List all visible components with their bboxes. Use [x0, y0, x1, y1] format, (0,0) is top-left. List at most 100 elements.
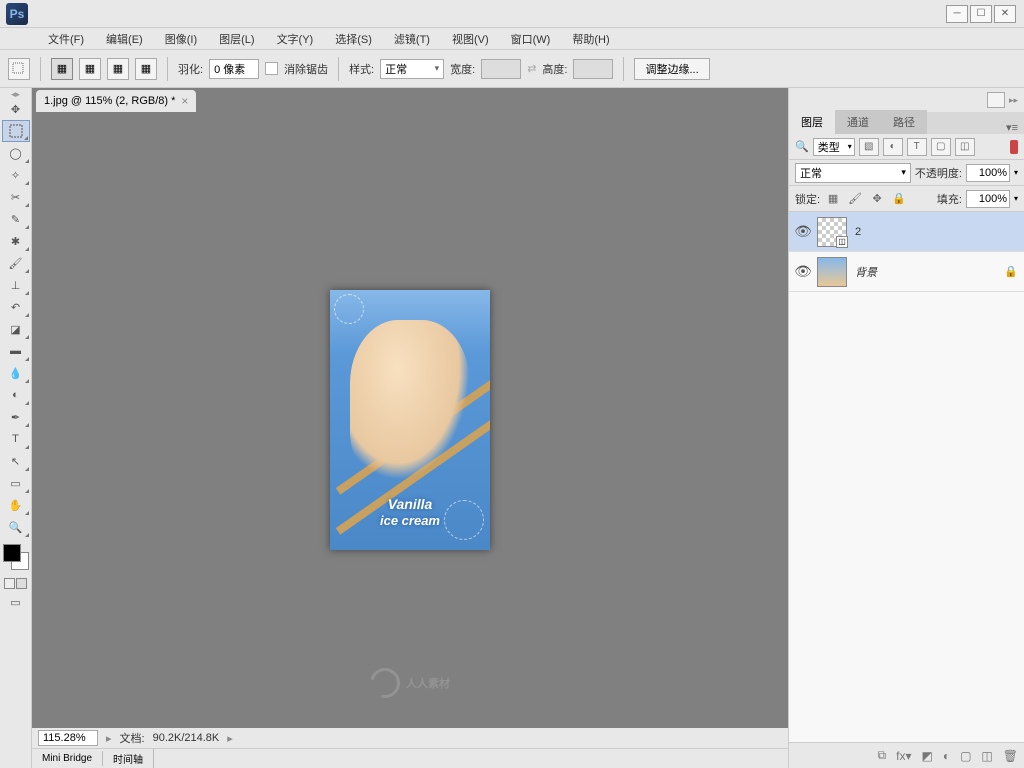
fill-input[interactable] [966, 190, 1010, 208]
canvas-image: Vanilla ice cream [330, 290, 490, 550]
watermark-icon [365, 663, 406, 704]
chevron-down-icon[interactable]: ▾ [1014, 194, 1018, 203]
add-selection-button[interactable]: ▦ [79, 58, 101, 80]
subtract-selection-button[interactable]: ▦ [107, 58, 129, 80]
panel-tab[interactable]: 路径 [881, 110, 927, 134]
filter-shape-icon[interactable]: ▢ [931, 138, 951, 156]
panel-tab[interactable]: 图层 [789, 110, 835, 134]
tools-panel: ◂▸ ✥ ◯ ✧ ✂ ✎ ✱ 🖌 ⊥ ↶ ◪ ▬ 💧 ◐ ✒ T ↖ ▭ ✋ 🔍… [0, 88, 32, 768]
blend-mode-select[interactable]: 正常 [795, 163, 911, 183]
menu-item[interactable]: 文件(F) [38, 28, 94, 50]
menu-item[interactable]: 视图(V) [442, 28, 499, 50]
lock-pixels-icon[interactable]: 🖌 [846, 191, 864, 207]
layer-thumbnail[interactable]: ◫ [817, 217, 847, 247]
tool-preset-button[interactable] [8, 58, 30, 80]
stamp-tool[interactable]: ⊥ [2, 274, 30, 296]
menu-item[interactable]: 文字(Y) [267, 28, 324, 50]
collapse-arrow-icon[interactable]: ▸▸ [1009, 95, 1018, 106]
arrow-icon[interactable]: ▸ [106, 732, 112, 745]
filter-adjustment-icon[interactable]: ◐ [883, 138, 903, 156]
eraser-tool[interactable]: ◪ [2, 318, 30, 340]
layers-lock-bar: 锁定: ▦ 🖌 ✥ 🔒 填充: ▾ [789, 186, 1024, 212]
maximize-button[interactable]: ☐ [970, 5, 992, 23]
history-brush-tool[interactable]: ↶ [2, 296, 30, 318]
delete-layer-icon[interactable]: 🗑 [1003, 749, 1018, 763]
layer-name[interactable]: 2 [855, 226, 1004, 238]
layer-visibility-icon[interactable]: 👁 [789, 223, 817, 240]
new-selection-button[interactable]: ▦ [51, 58, 73, 80]
filter-toggle[interactable] [1010, 140, 1018, 154]
antialias-checkbox[interactable] [265, 62, 278, 75]
menu-item[interactable]: 图层(L) [209, 28, 264, 50]
layer-mask-icon[interactable]: ◩ [921, 749, 932, 763]
menu-item[interactable]: 选择(S) [325, 28, 382, 50]
new-layer-icon[interactable]: ◫ [981, 749, 992, 763]
close-icon[interactable]: × [181, 94, 188, 108]
minimize-button[interactable]: ─ [946, 5, 968, 23]
menu-item[interactable]: 图像(I) [155, 28, 207, 50]
lock-position-icon[interactable]: ✥ [868, 191, 886, 207]
move-tool[interactable]: ✥ [2, 98, 30, 120]
swap-icon[interactable]: ⇄ [527, 62, 536, 75]
menu-item[interactable]: 窗口(W) [501, 28, 561, 50]
blur-tool[interactable]: 💧 [2, 362, 30, 384]
canvas-area[interactable]: Vanilla ice cream 人人素材 [32, 112, 788, 728]
layer-visibility-icon[interactable]: 👁 [789, 263, 817, 280]
shape-tool[interactable]: ▭ [2, 472, 30, 494]
bottom-tab[interactable]: 时间轴 [103, 749, 154, 768]
style-select[interactable]: 正常 [380, 59, 444, 79]
refine-edge-button[interactable]: 调整边缘... [634, 58, 709, 80]
layer-group-icon[interactable]: ▢ [960, 749, 971, 763]
quick-mask-toggle[interactable] [4, 578, 28, 589]
filter-smart-icon[interactable]: ◫ [955, 138, 975, 156]
feather-input[interactable] [209, 59, 259, 79]
lock-all-icon[interactable]: 🔒 [890, 191, 908, 207]
marquee-tool[interactable] [2, 120, 30, 142]
filter-type-icon[interactable]: T [907, 138, 927, 156]
path-selection-tool[interactable]: ↖ [2, 450, 30, 472]
arrow-icon[interactable]: ▸ [227, 732, 233, 745]
panel-grip[interactable]: ◂▸ [0, 90, 31, 98]
brush-tool[interactable]: 🖌 [2, 252, 30, 274]
collapsed-panel-icons: ▸▸ [789, 88, 1024, 112]
magic-wand-tool[interactable]: ✧ [2, 164, 30, 186]
intersect-selection-button[interactable]: ▦ [135, 58, 157, 80]
eyedropper-tool[interactable]: ✎ [2, 208, 30, 230]
menu-item[interactable]: 编辑(E) [96, 28, 153, 50]
panel-tab[interactable]: 通道 [835, 110, 881, 134]
screen-mode-button[interactable]: ▭ [2, 591, 30, 613]
layer-row[interactable]: 👁 ◫ 2 [789, 212, 1024, 252]
close-button[interactable]: ✕ [994, 5, 1016, 23]
lasso-tool[interactable]: ◯ [2, 142, 30, 164]
crop-tool[interactable]: ✂ [2, 186, 30, 208]
pen-tool[interactable]: ✒ [2, 406, 30, 428]
bottom-tab[interactable]: Mini Bridge [32, 751, 103, 766]
healing-brush-tool[interactable]: ✱ [2, 230, 30, 252]
document-tab[interactable]: 1.jpg @ 115% (2, RGB/8) * × [36, 90, 196, 112]
chevron-down-icon[interactable]: ▾ [1014, 168, 1018, 177]
menu-item[interactable]: 滤镜(T) [384, 28, 440, 50]
link-layers-icon[interactable]: ⧉ [878, 748, 887, 763]
dodge-tool[interactable]: ◐ [2, 384, 30, 406]
filter-type-select[interactable]: 类型 [813, 138, 855, 156]
type-tool[interactable]: T [2, 428, 30, 450]
zoom-tool[interactable]: 🔍 [2, 516, 30, 538]
menu-item[interactable]: 帮助(H) [562, 28, 619, 50]
titlebar: Ps ─ ☐ ✕ [0, 0, 1024, 28]
layer-thumbnail[interactable] [817, 257, 847, 287]
filter-pixel-icon[interactable]: ▧ [859, 138, 879, 156]
layer-row[interactable]: 👁 背景 🔒 [789, 252, 1024, 292]
collapsed-panel-icon[interactable] [987, 92, 1005, 108]
hand-tool[interactable]: ✋ [2, 494, 30, 516]
opacity-input[interactable] [966, 164, 1010, 182]
layer-fx-icon[interactable]: fx▾ [896, 749, 911, 763]
layer-name[interactable]: 背景 [855, 264, 1004, 280]
panel-menu-icon[interactable]: ▾≡ [1000, 121, 1024, 134]
foreground-color[interactable] [3, 544, 21, 562]
adjustment-layer-icon[interactable]: ◐ [943, 749, 950, 763]
gradient-tool[interactable]: ▬ [2, 340, 30, 362]
width-label: 宽度: [450, 61, 475, 77]
zoom-input[interactable] [38, 730, 98, 746]
lock-transparent-icon[interactable]: ▦ [824, 191, 842, 207]
color-swatches[interactable] [3, 544, 29, 570]
